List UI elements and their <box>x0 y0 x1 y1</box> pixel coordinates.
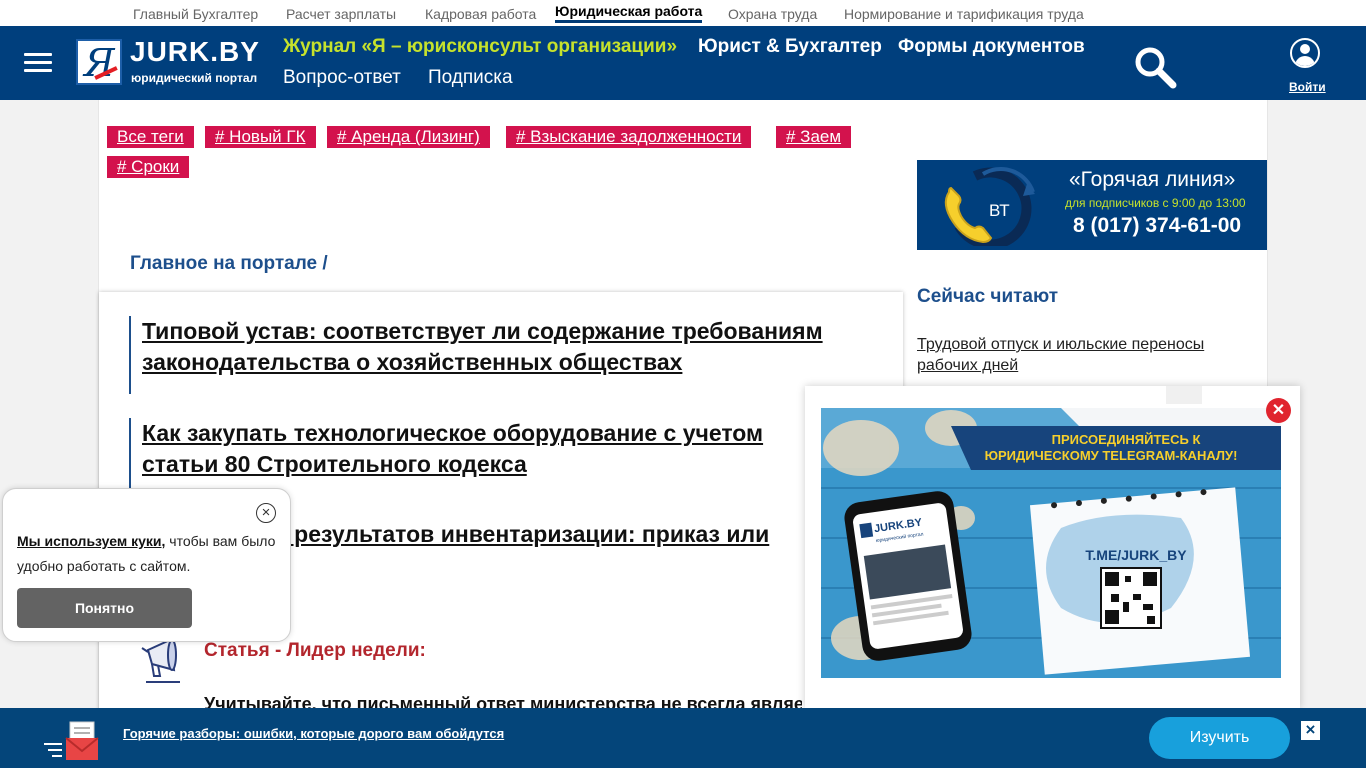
cookie-notice: × Мы используем куки, чтобы вам было удо… <box>2 488 291 642</box>
now-reading-item[interactable]: Трудовой отпуск и июльские переносы рабо… <box>917 334 1247 376</box>
breadcrumb[interactable]: Главное на портале / <box>130 253 328 275</box>
logo-icon[interactable]: Я <box>76 39 122 85</box>
banner-headline-1: ПРИСОЕДИНЯЙТЕСЬ К <box>1052 432 1201 447</box>
top-nav-item-labor-safety[interactable]: Охрана труда <box>728 6 817 22</box>
hotline-hours: для подписчиков с 9:00 до 13:00 <box>1065 196 1246 210</box>
login-link[interactable]: Войти <box>1289 80 1326 94</box>
hotline-day: ВТ <box>989 201 1010 220</box>
promo-link[interactable]: Горячие разборы: ошибки, которые дорого … <box>123 726 504 741</box>
study-button[interactable]: Изучить <box>1149 717 1290 759</box>
site-header: Я JURK.BY юридический портал Журнал «Я –… <box>0 26 1366 100</box>
bottom-bar-close-icon[interactable]: × <box>1301 721 1320 740</box>
cookie-policy-link[interactable]: Мы используем куки, <box>17 533 165 549</box>
tag-deadlines[interactable]: # Сроки <box>107 156 190 178</box>
nav-questions-answers[interactable]: Вопрос-ответ <box>283 67 401 89</box>
cookie-text: Мы используем куки, чтобы вам было удобн… <box>17 533 276 574</box>
phone-call-icon: ВТ <box>944 166 1035 246</box>
hotline-phone[interactable]: 8 (017) 374-61-00 <box>1073 214 1241 238</box>
top-nav-item-payroll[interactable]: Расчет зарплаты <box>286 6 396 22</box>
logo-name[interactable]: JURK.BY <box>130 37 260 67</box>
cookie-close-icon[interactable]: × <box>256 503 276 523</box>
megaphone-icon <box>141 638 180 683</box>
hamburger-menu-icon[interactable] <box>24 53 52 73</box>
cookie-accept-button[interactable]: Понятно <box>17 588 192 628</box>
top-nav-item-chief-accountant[interactable]: Главный Бухгалтер <box>133 6 258 22</box>
search-icon[interactable] <box>1133 45 1177 89</box>
tag-new-civil-code[interactable]: # Новый ГК <box>205 126 316 148</box>
hotline-title: «Горячая линия» <box>1069 168 1236 191</box>
telegram-channel-banner[interactable]: ПРИСОЕДИНЯЙТЕСЬ К ЮРИДИЧЕСКОМУ TELEGRAM-… <box>821 408 1281 678</box>
top-nav-item-hr[interactable]: Кадровая работа <box>425 6 536 22</box>
popup-tab <box>1166 386 1202 404</box>
now-reading-title: Сейчас читают <box>917 286 1059 307</box>
hotline-banner[interactable]: ВТ «Горячая линия» для подписчиков с 9:0… <box>917 160 1267 250</box>
mail-icon <box>44 721 99 760</box>
news-item[interactable]: Типовой устав: соответствует ли содержан… <box>129 316 829 394</box>
tag-lease[interactable]: # Аренда (Лизинг) <box>327 126 490 148</box>
top-site-nav: Главный Бухгалтер Расчет зарплаты Кадров… <box>0 0 1366 26</box>
nav-lawyer-accountant[interactable]: Юрист & Бухгалтер <box>698 36 882 58</box>
user-icon[interactable] <box>1290 38 1320 68</box>
tag-loan[interactable]: # Заем <box>776 126 852 148</box>
banner-headline-2: ЮРИДИЧЕСКОМУ TELEGRAM-КАНАЛУ! <box>985 448 1238 463</box>
tag-debt-collection[interactable]: # Взыскание задолженности <box>506 126 752 148</box>
banner-channel: T.ME/JURK_BY <box>1085 547 1187 563</box>
promo-bottom-bar: Горячие разборы: ошибки, которые дорого … <box>0 708 1366 768</box>
tag-all[interactable]: Все теги <box>107 126 194 148</box>
news-item[interactable]: Как закупать технологическое оборудовани… <box>129 418 829 496</box>
logo-tagline: юридический портал <box>131 71 258 85</box>
top-nav-item-legal[interactable]: Юридическая работа <box>555 3 703 23</box>
top-nav-item-rationing[interactable]: Нормирование и тарификация труда <box>844 6 1084 22</box>
nav-subscription[interactable]: Подписка <box>428 67 513 89</box>
nav-journal[interactable]: Журнал «Я – юрисконсульт организации» <box>283 36 677 58</box>
leader-of-week-label: Статья - Лидер недели: <box>204 640 426 661</box>
nav-document-forms[interactable]: Формы документов <box>898 36 1085 58</box>
popup-close-icon[interactable]: ✕ <box>1266 398 1291 423</box>
